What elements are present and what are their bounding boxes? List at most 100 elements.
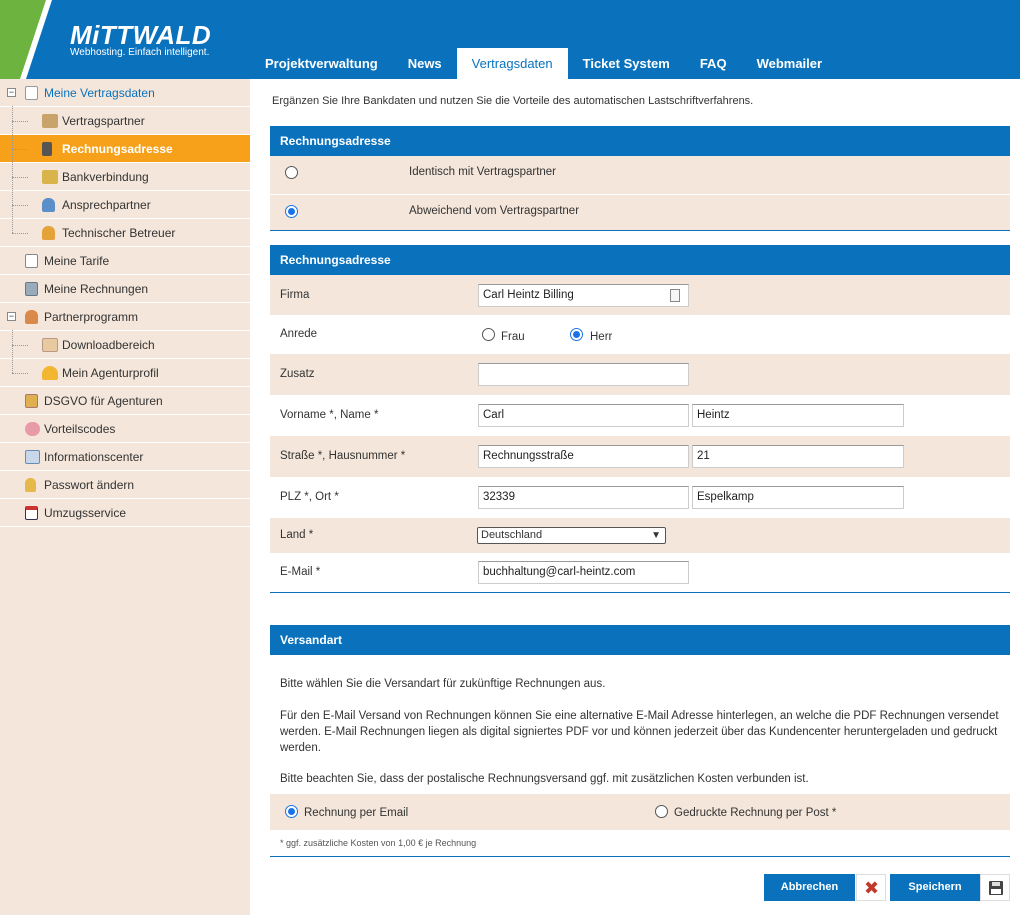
main-nav: Projektverwaltung News Vertragsdaten Tic… xyxy=(250,48,837,79)
nachname-input[interactable]: Heintz xyxy=(692,404,904,427)
cancel-button[interactable]: Abbrechen xyxy=(764,874,855,901)
sidebar-item-label: DSGVO für Agenturen xyxy=(44,394,163,408)
tab-news[interactable]: News xyxy=(393,48,457,79)
invoice-icon xyxy=(25,282,38,296)
chevron-down-icon: ▼ xyxy=(651,530,661,541)
firma-label: Firma xyxy=(280,289,310,301)
zusatz-input[interactable] xyxy=(478,363,689,386)
anrede-herr-label: Herr xyxy=(590,331,613,343)
land-label: Land * xyxy=(280,529,314,541)
sidebar-item-technischer-betreuer[interactable]: Technischer Betreuer xyxy=(0,218,250,247)
sidebar-item-downloadbereich[interactable]: Downloadbereich xyxy=(0,330,250,359)
plz-input[interactable]: 32339 xyxy=(478,486,689,509)
document-icon xyxy=(25,86,38,100)
option-different-label: Abweichend vom Vertragspartner xyxy=(409,205,580,217)
sidebar-item-bankverbindung[interactable]: Bankverbindung xyxy=(0,162,250,191)
save-button[interactable]: Speichern xyxy=(890,874,980,901)
person-icon xyxy=(42,198,55,212)
hausnummer-input[interactable]: 21 xyxy=(692,445,904,468)
cancel-icon-button[interactable]: ✖ xyxy=(856,874,886,901)
radio-different-from-partner[interactable] xyxy=(285,205,298,218)
sidebar-item-label: Meine Rechnungen xyxy=(44,282,149,296)
anrede-label: Anrede xyxy=(280,328,318,340)
sidebar-item-label: Passwort ändern xyxy=(44,478,135,492)
sidebar-item-label: Mein Agenturprofil xyxy=(62,366,159,380)
lock-icon xyxy=(25,478,36,492)
contract-icon xyxy=(42,114,58,128)
email-input[interactable]: buchhaltung@carl-heintz.com xyxy=(478,561,689,584)
tab-ticket-system[interactable]: Ticket System xyxy=(568,48,685,79)
sidebar-item-label: Downloadbereich xyxy=(62,338,155,352)
logo-tagline: Webhosting. Einfach intelligent. xyxy=(70,47,210,58)
floppy-disk-icon xyxy=(989,881,1003,895)
versandart-email-info-text: Für den E-Mail Versand von Rechnungen kö… xyxy=(280,710,999,754)
radio-anrede-frau[interactable] xyxy=(482,328,495,341)
tab-webmailer[interactable]: Webmailer xyxy=(742,48,838,79)
sidebar-item-label: Partnerprogramm xyxy=(44,310,139,324)
radio-same-as-partner[interactable] xyxy=(285,166,298,179)
sidebar-item-partnerprogramm[interactable]: − Partnerprogramm xyxy=(0,303,250,331)
sidebar-item-label: Vertragspartner xyxy=(62,114,145,128)
calculator-icon xyxy=(42,142,52,156)
section-divider xyxy=(270,856,1010,857)
sidebar-item-label: Ansprechpartner xyxy=(62,198,151,212)
sidebar-item-dsgvo[interactable]: DSGVO für Agenturen xyxy=(0,387,250,415)
sidebar-item-umzugsservice[interactable]: Umzugsservice xyxy=(0,499,250,527)
mail-icon xyxy=(25,450,40,464)
option-row-different[interactable]: Abweichend vom Vertragspartner xyxy=(270,194,1010,230)
sidebar-item-label: Meine Tarife xyxy=(44,254,110,268)
name-label: Vorname *, Name * xyxy=(280,409,379,421)
form-row-firma: Firma Carl Heintz Billing xyxy=(270,275,1010,315)
collapse-toggle-icon[interactable]: − xyxy=(7,88,16,97)
option-same-label: Identisch mit Vertragspartner xyxy=(409,166,557,178)
close-icon: ✖ xyxy=(864,878,880,898)
section-divider xyxy=(270,230,1010,231)
sidebar-item-label: Rechnungsadresse xyxy=(62,142,173,156)
intro-text: Ergänzen Sie Ihre Bankdaten und nutzen S… xyxy=(272,95,754,107)
save-icon-button[interactable] xyxy=(980,874,1010,901)
money-icon xyxy=(42,170,58,184)
collapse-toggle-icon[interactable]: − xyxy=(7,312,16,321)
sidebar-item-meine-tarife[interactable]: Meine Tarife xyxy=(0,247,250,275)
sidebar-item-rechnungsadresse[interactable]: Rechnungsadresse xyxy=(0,134,250,163)
tab-faq[interactable]: FAQ xyxy=(685,48,742,79)
sidebar-item-passwort-aendern[interactable]: Passwort ändern xyxy=(0,471,250,499)
sidebar-item-vertragspartner[interactable]: Vertragspartner xyxy=(0,106,250,135)
technician-icon xyxy=(42,226,55,240)
vorname-input[interactable]: Carl xyxy=(478,404,689,427)
option-row-same[interactable]: Identisch mit Vertragspartner xyxy=(270,156,1010,194)
radio-rechnung-post[interactable] xyxy=(655,805,668,818)
sidebar-item-meine-rechnungen[interactable]: Meine Rechnungen xyxy=(0,275,250,303)
radio-rechnung-email[interactable] xyxy=(285,805,298,818)
sidebar-item-label: Technischer Betreuer xyxy=(62,226,176,240)
rechnung-post-label: Gedruckte Rechnung per Post * xyxy=(674,807,837,819)
calendar-icon xyxy=(25,506,38,520)
sidebar-item-ansprechpartner[interactable]: Ansprechpartner xyxy=(0,190,250,219)
form-row-zusatz: Zusatz xyxy=(270,354,1010,395)
sidebar-item-informationscenter[interactable]: Informationscenter xyxy=(0,443,250,471)
helmet-icon xyxy=(42,366,58,380)
section-header-address-form: Rechnungsadresse xyxy=(270,245,1010,275)
sidebar-item-mein-agenturprofil[interactable]: Mein Agenturprofil xyxy=(0,358,250,387)
sidebar-item-vorteilscodes[interactable]: Vorteilscodes xyxy=(0,415,250,443)
radio-anrede-herr[interactable] xyxy=(570,328,583,341)
book-icon xyxy=(25,394,38,408)
sidebar-item-label: Meine Vertragsdaten xyxy=(44,86,155,100)
sidebar: − Meine Vertragsdaten Vertragspartner Re… xyxy=(0,79,250,915)
section-header-versandart: Versandart xyxy=(270,625,1010,655)
form-row-land: Land * Deutschland ▼ xyxy=(270,518,1010,553)
versandart-options-row: Rechnung per Email Gedruckte Rechnung pe… xyxy=(270,794,1010,830)
firma-input[interactable]: Carl Heintz Billing xyxy=(478,284,689,307)
strasse-input[interactable]: Rechnungsstraße xyxy=(478,445,689,468)
sidebar-item-meine-vertragsdaten[interactable]: − Meine Vertragsdaten xyxy=(0,79,250,107)
tab-projektverwaltung[interactable]: Projektverwaltung xyxy=(250,48,393,79)
strasse-label: Straße *, Hausnummer * xyxy=(280,450,406,462)
versandart-intro-text: Bitte wählen Sie die Versandart für zukü… xyxy=(280,678,606,690)
form-row-strasse: Straße *, Hausnummer * Rechnungsstraße 2… xyxy=(270,436,1010,477)
tab-vertragsdaten[interactable]: Vertragsdaten xyxy=(456,48,568,79)
anrede-frau-label: Frau xyxy=(501,331,525,343)
sidebar-item-label: Umzugsservice xyxy=(44,506,127,520)
land-select[interactable]: Deutschland ▼ xyxy=(477,527,666,544)
clipboard-icon xyxy=(25,254,38,268)
ort-input[interactable]: Espelkamp xyxy=(692,486,904,509)
